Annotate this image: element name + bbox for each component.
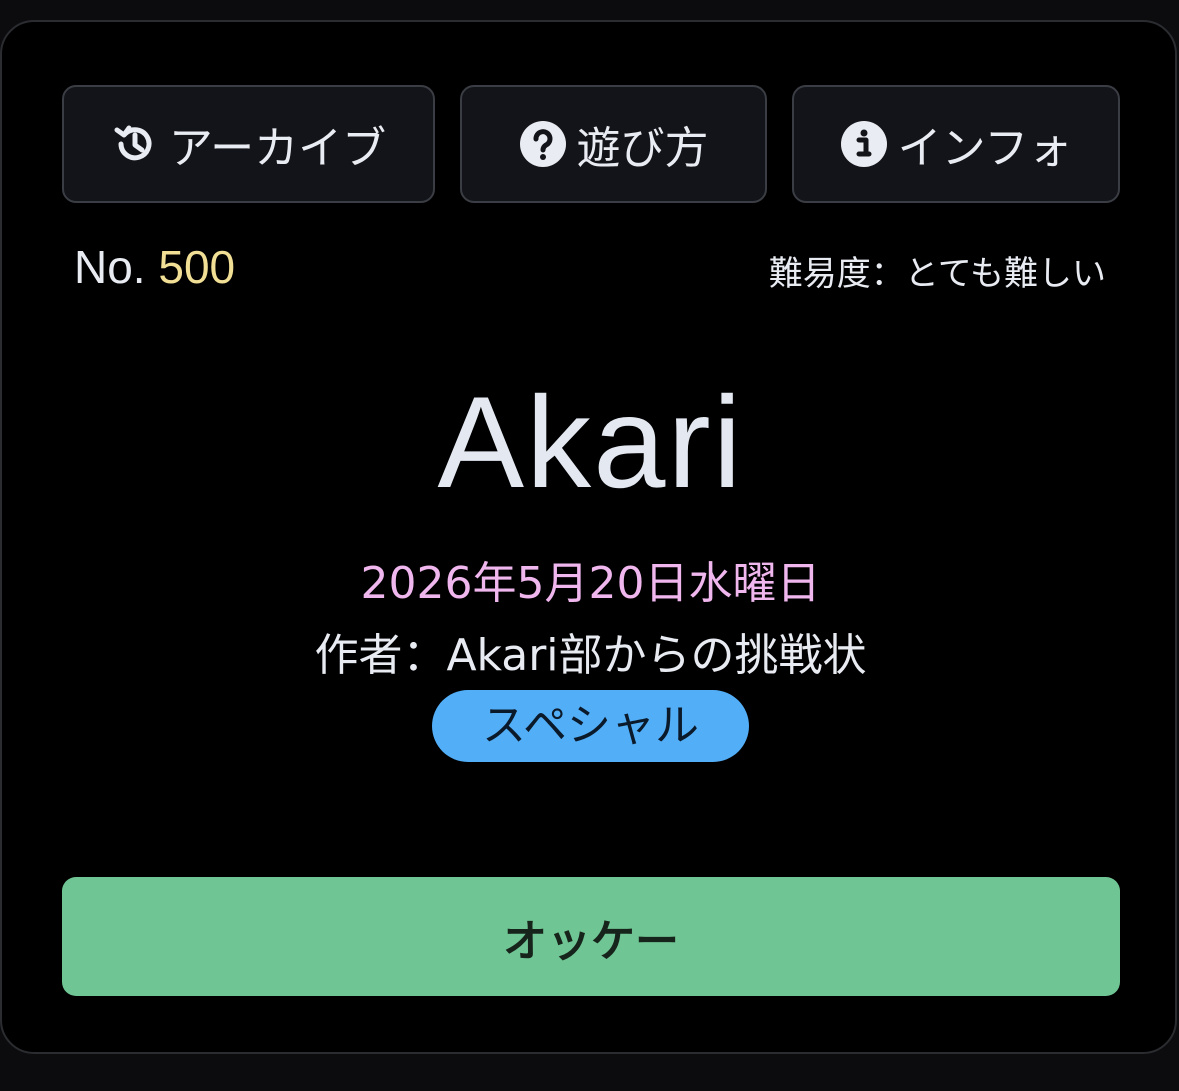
puzzle-meta: No. 500 難易度：とても難しい xyxy=(74,240,1106,300)
difficulty-label: 難易度：とても難しい xyxy=(768,254,1106,294)
puzzle-number: No. 500 xyxy=(74,240,235,294)
special-badge: スペシャル xyxy=(432,690,749,762)
puzzle-number-value: 500 xyxy=(158,241,236,293)
puzzle-author: 作者：Akari部からの挑戦状 xyxy=(314,630,867,681)
history-icon xyxy=(111,120,159,168)
archive-button[interactable]: アーカイブ xyxy=(62,85,435,203)
how-to-play-label: 遊び方 xyxy=(576,123,709,174)
archive-label: アーカイブ xyxy=(168,123,387,174)
puzzle-number-prefix: No. xyxy=(74,241,146,293)
how-to-play-button[interactable]: 遊び方 xyxy=(460,85,767,203)
info-button[interactable]: インフォ xyxy=(792,85,1120,203)
puzzle-dialog: アーカイブ 遊び方 インフォ No. 500 難易度：とても難しい Akari … xyxy=(0,20,1177,1054)
puzzle-title: Akari xyxy=(437,369,744,515)
toolbar: アーカイブ 遊び方 インフォ xyxy=(62,85,1120,203)
ok-button[interactable]: オッケー xyxy=(62,877,1120,996)
question-circle-icon xyxy=(519,120,567,168)
puzzle-date: 2026年5月20日水曜日 xyxy=(360,558,821,609)
info-circle-icon xyxy=(840,120,888,168)
badge-container: スペシャル xyxy=(2,690,1179,762)
info-label: インフォ xyxy=(897,123,1073,174)
